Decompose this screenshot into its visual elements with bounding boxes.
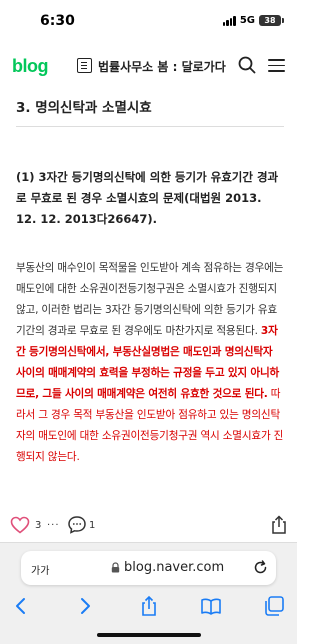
text-size-button[interactable]: 가가 — [31, 562, 49, 577]
search-icon[interactable] — [238, 56, 256, 74]
tabs-icon[interactable] — [263, 595, 285, 617]
body-paragraph: 부동산의 매수인이 목적물을 인도받아 계속 점유하는 경우에는 매도인에 대한… — [16, 258, 284, 468]
url-text[interactable]: blog.naver.com — [124, 560, 224, 575]
share-page-icon[interactable] — [138, 595, 160, 617]
article-content: 3. 명의신탁과 소멸시효 (1) 3자간 등기명의신탁에 의한 등기가 유효기… — [16, 88, 284, 468]
heart-icon[interactable] — [10, 516, 30, 534]
bookmarks-icon[interactable] — [200, 595, 222, 617]
status-indicators: 5G 38 — [222, 15, 284, 26]
comment-count: 1 — [89, 520, 96, 531]
para-text-plain: 부동산의 매수인이 목적물을 인도받아 계속 점유하는 경우에는 매도인에 대한… — [16, 262, 284, 337]
blog-title[interactable]: 법률사무소 봄 : 달로가다 — [98, 58, 226, 75]
lock-icon — [111, 562, 120, 573]
section-heading: 3. 명의신탁과 소멸시효 — [16, 88, 284, 127]
back-icon[interactable] — [10, 595, 32, 617]
network-label: 5G — [239, 15, 255, 26]
reload-icon[interactable] — [253, 560, 268, 575]
safari-bottom-bar: 가가 blog.naver.com — [0, 542, 297, 644]
case-subheading: (1) 3자간 등기명의신탁에 의한 등기가 유효기간 경과로 무효로 된 경우… — [16, 170, 279, 226]
forward-icon[interactable] — [74, 595, 96, 617]
address-bar[interactable]: 가가 blog.naver.com — [21, 551, 276, 585]
home-indicator — [97, 633, 201, 637]
status-bar: 6:30 5G 38 — [0, 0, 297, 44]
more-dots-icon[interactable]: ··· — [47, 520, 60, 531]
safari-toolbar — [0, 595, 297, 619]
comment-icon[interactable] — [67, 515, 87, 535]
post-list-icon[interactable] — [77, 58, 92, 73]
blog-header: blog 법률사무소 봄 : 달로가다 — [0, 44, 297, 88]
like-count: 3 — [35, 520, 42, 531]
post-action-bar: 3 ··· 1 — [0, 510, 297, 542]
battery-icon: 38 — [259, 15, 284, 26]
menu-icon[interactable] — [268, 59, 285, 72]
share-icon[interactable] — [270, 515, 288, 535]
signal-icon — [222, 15, 236, 26]
status-time: 6:30 — [40, 13, 75, 29]
blog-logo[interactable]: blog — [12, 56, 49, 77]
